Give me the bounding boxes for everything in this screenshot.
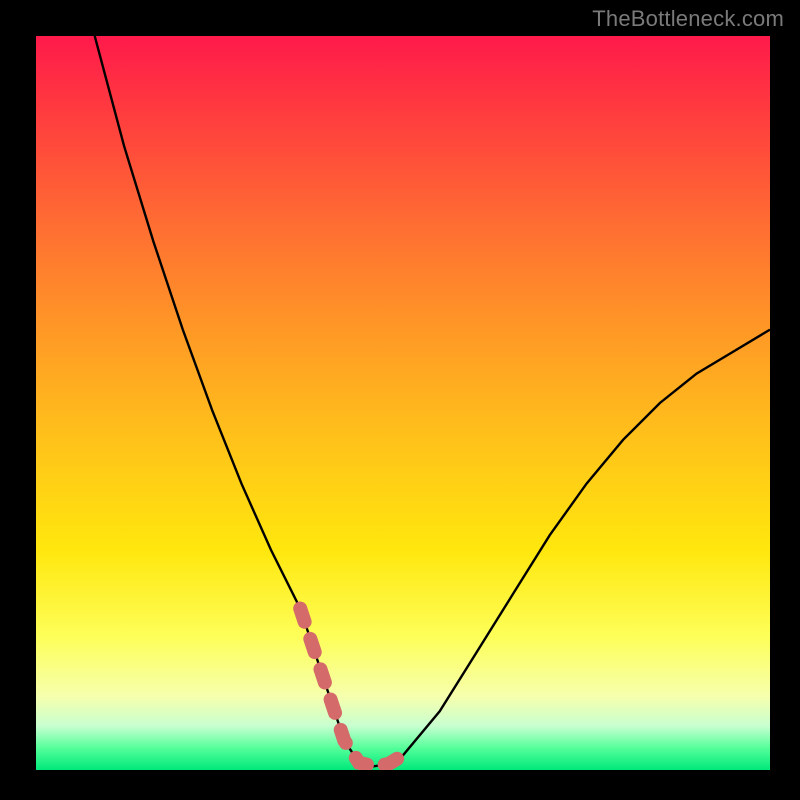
watermark-text: TheBottleneck.com	[592, 6, 784, 32]
chart-frame: TheBottleneck.com	[0, 0, 800, 800]
plot-area	[36, 36, 770, 770]
highlight-band	[300, 609, 403, 767]
curve-layer	[36, 36, 770, 770]
bottleneck-curve	[95, 36, 770, 766]
